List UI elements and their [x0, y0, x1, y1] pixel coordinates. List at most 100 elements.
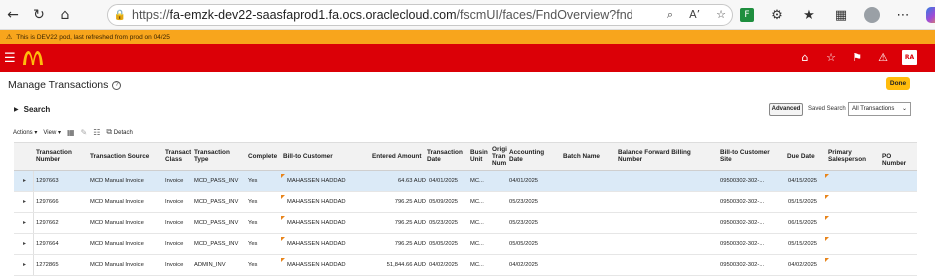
extension-icon[interactable]: F — [740, 8, 754, 22]
table-row[interactable]: ▸ 1297663 MCD Manual Invoice Invoice MCD_PAS… — [14, 171, 917, 192]
col-header[interactable]: Balance Forward Billing Number — [618, 149, 716, 163]
col-header[interactable]: Primary Salesperson — [828, 149, 878, 163]
col-header[interactable]: Origi Tran Num — [492, 146, 508, 167]
cell-adate: 05/23/2025 — [509, 199, 539, 205]
col-header[interactable]: Complete — [248, 153, 284, 160]
cell-num[interactable]: 1297666 — [36, 199, 81, 205]
salesperson-flag-icon — [825, 216, 829, 220]
expand-row-icon[interactable]: ▸ — [23, 177, 26, 184]
detach-button[interactable]: ⧉ Detach — [106, 127, 132, 137]
cell-num[interactable]: 1297663 — [36, 178, 81, 184]
row-header-cell[interactable]: ▸ — [14, 171, 34, 191]
watchlist-flag-icon[interactable]: ⚑ — [850, 51, 864, 64]
expand-row-icon[interactable]: ▸ — [23, 198, 26, 205]
app-header: ☰ ⌂ ☆ ⚑ ⚠ RA — [0, 44, 935, 72]
cell-num[interactable]: 1297662 — [36, 220, 81, 226]
favorite-star-icon[interactable]: ☆ — [716, 8, 726, 22]
reload-icon[interactable]: ↻ — [26, 0, 52, 30]
cell-tdate: 04/01/2025 — [429, 178, 459, 184]
col-header[interactable]: Transaction Number — [36, 149, 81, 163]
favorites-icon[interactable]: ★ — [800, 8, 818, 23]
cell-adate: 05/05/2025 — [509, 241, 539, 247]
saved-search-value: All Transactions — [852, 106, 895, 112]
view-menu[interactable]: View ▾ — [43, 129, 61, 136]
col-header[interactable]: Transact Class — [165, 149, 191, 163]
freeze-icon[interactable]: ☷ — [93, 128, 100, 137]
cell-type: ADMIN_INV — [194, 262, 226, 268]
cell-amount: 51,844.66 AUD — [386, 262, 426, 268]
edit-pencil-icon[interactable]: ✎ — [81, 128, 88, 137]
chevron-down-icon: ⌄ — [901, 105, 907, 112]
expand-triangle-icon: ▶ — [14, 106, 19, 113]
columns-icon[interactable]: ▦ — [67, 128, 75, 137]
col-header[interactable]: Transaction Date — [427, 149, 467, 163]
cell-source: MCD Manual Invoice — [90, 220, 144, 226]
url-text[interactable]: https://fa-emzk-dev22-saasfaprod1.fa.ocs… — [132, 8, 632, 22]
row-header-cell[interactable]: ▸ — [14, 192, 34, 212]
page-title: Manage Transactions — [8, 79, 109, 91]
warning-icon: ⚠ — [6, 33, 13, 41]
cell-bu: MC... — [470, 178, 484, 184]
back-arrow-icon[interactable]: ← — [0, 0, 26, 30]
row-header-cell[interactable]: ▸ — [14, 234, 34, 254]
notifications-bell-icon[interactable]: ⚠ — [876, 51, 890, 64]
col-header[interactable]: PO Number — [882, 153, 917, 167]
advanced-search-button[interactable]: Advanced — [769, 103, 803, 116]
cell-num[interactable]: 1272865 — [36, 262, 81, 268]
home-icon[interactable]: ⌂ — [798, 51, 812, 64]
col-header[interactable]: Due Date — [787, 153, 827, 160]
col-header[interactable]: Bill-to Customer — [283, 153, 363, 160]
col-header[interactable]: Accounting Date — [509, 149, 557, 163]
profile-avatar[interactable] — [864, 7, 880, 23]
expand-row-icon[interactable]: ▸ — [23, 240, 26, 247]
table-row[interactable]: ▸ 1297664 MCD Manual Invoice Invoice MCD_PAS… — [14, 234, 917, 255]
saved-search-label: Saved Search — [808, 106, 846, 112]
cell-site: 09500302-302-... — [720, 241, 765, 247]
cell-tdate: 04/02/2025 — [429, 262, 459, 268]
saved-search-select[interactable]: All Transactions ⌄ — [848, 102, 911, 116]
col-header[interactable]: Bill-to Customer Site — [720, 149, 776, 163]
mcdonalds-logo[interactable] — [22, 47, 46, 69]
address-bar[interactable]: 🔒 https://fa-emzk-dev22-saasfaprod1.fa.o… — [107, 4, 733, 26]
col-header[interactable]: Batch Name — [563, 153, 613, 160]
cell-complete: Yes — [248, 199, 258, 205]
row-header-cell[interactable]: ▸ — [14, 255, 34, 275]
cell-site: 09500302-302-... — [720, 199, 765, 205]
table-row[interactable]: ▸ 1272865 MCD Manual Invoice Invoice ADMIN_I… — [14, 255, 917, 276]
transactions-table: Transaction Number Transaction Source Tr… — [14, 142, 917, 276]
col-header[interactable]: Busin Unit — [470, 149, 491, 163]
cell-num[interactable]: 1297664 — [36, 241, 81, 247]
done-button[interactable]: Done — [886, 77, 910, 90]
actions-menu[interactable]: Actions ▾ — [13, 129, 37, 136]
home-icon[interactable]: ⌂ — [52, 0, 78, 30]
cell-type: MCD_PASS_INV — [194, 241, 239, 247]
zoom-icon[interactable]: ⌕ — [667, 8, 673, 22]
expand-row-icon[interactable]: ▸ — [23, 261, 26, 268]
table-row[interactable]: ▸ 1297662 MCD Manual Invoice Invoice MCD_PAS… — [14, 213, 917, 234]
favorites-star-icon[interactable]: ☆ — [824, 51, 838, 64]
col-header[interactable]: Entered Amount — [372, 153, 426, 160]
search-section-toggle[interactable]: ▶ Search — [14, 105, 50, 114]
cell-adate: 05/23/2025 — [509, 220, 539, 226]
expand-row-icon[interactable]: ▸ — [23, 219, 26, 226]
read-aloud-icon[interactable]: A’ — [689, 8, 700, 22]
cell-due: 04/15/2025 — [788, 178, 818, 184]
table-toolbar: Actions ▾ View ▾ ▦ ✎ ☷ ⧉ Detach — [13, 127, 133, 137]
cell-due: 05/15/2025 — [788, 199, 818, 205]
hamburger-menu-icon[interactable]: ☰ — [4, 51, 22, 66]
more-menu-icon[interactable]: ⋯ — [894, 8, 912, 23]
col-header[interactable]: Transaction Type — [194, 149, 242, 163]
cell-tdate: 05/09/2025 — [429, 199, 459, 205]
copilot-icon[interactable] — [926, 7, 935, 23]
help-icon[interactable]: ? — [112, 80, 122, 90]
attachment-flag-icon — [281, 258, 285, 262]
attachment-flag-icon — [281, 195, 285, 199]
row-header-cell[interactable]: ▸ — [14, 213, 34, 233]
table-row[interactable]: ▸ 1297666 MCD Manual Invoice Invoice MCD_PAS… — [14, 192, 917, 213]
col-header[interactable]: Transaction Source — [90, 153, 160, 160]
collections-icon[interactable]: ▦ — [832, 8, 850, 23]
user-avatar[interactable]: RA — [902, 50, 917, 65]
extensions-puzzle-icon[interactable]: ⚙ — [768, 8, 786, 23]
cell-complete: Yes — [248, 178, 258, 184]
cell-cls: Invoice — [165, 262, 184, 268]
